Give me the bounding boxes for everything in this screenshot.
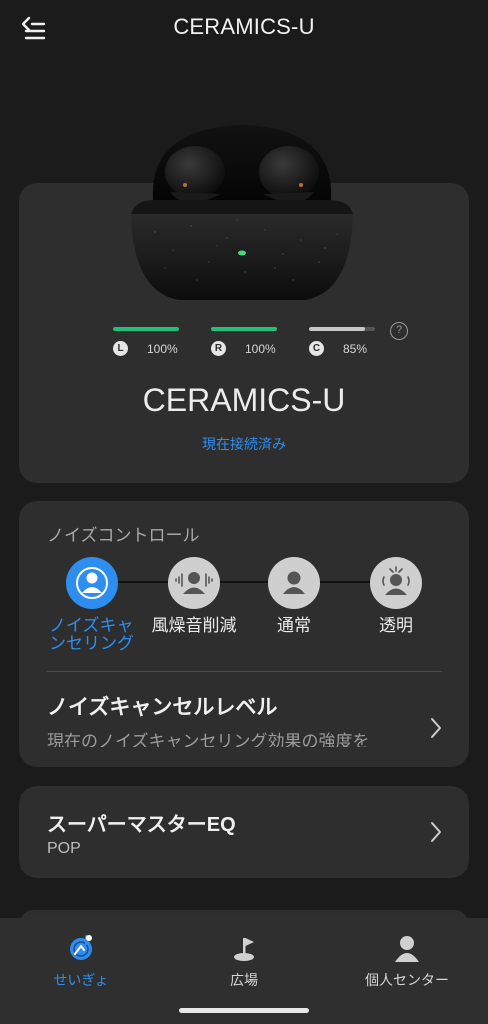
nav-label: 広場	[230, 972, 258, 988]
control-icon	[65, 932, 97, 964]
battery-bar	[211, 327, 277, 331]
battery-bar	[309, 327, 375, 331]
eq-title: スーパーマスターEQ	[47, 814, 236, 836]
device-name: CERAMICS-U	[142, 382, 346, 418]
wind-reduction-icon	[168, 557, 220, 609]
mode-noise-cancel[interactable]: ノイズキャンセリング	[37, 557, 147, 653]
noise-cancel-level-title[interactable]: ノイズキャンセルレベル	[47, 691, 277, 721]
noise-control-card: ノイズコントロール ノイズキャンセリング 風燥音削減 通常 透明 ノイズキャンセ…	[19, 501, 469, 767]
profile-icon	[391, 932, 423, 964]
battery-fill	[113, 327, 179, 331]
chevron-right-icon[interactable]	[429, 717, 443, 739]
battery-badge: R	[211, 341, 226, 356]
plaza-icon	[228, 932, 260, 964]
transparency-icon	[370, 557, 422, 609]
battery-percent: 100%	[245, 342, 276, 356]
noise-control-title: ノイズコントロール	[47, 526, 200, 545]
mode-normal[interactable]: 通常	[239, 557, 349, 635]
nav-item-control[interactable]: せいぎょ	[16, 932, 146, 990]
mode-label: 通常	[277, 616, 311, 635]
noise-cancel-icon	[66, 557, 118, 609]
battery-help-icon[interactable]: ?	[390, 322, 408, 340]
nav-item-plaza[interactable]: 広場	[179, 932, 309, 990]
mode-label: 透明	[379, 616, 413, 635]
battery-fill	[309, 327, 366, 331]
connection-status: 現在接続済み	[202, 436, 286, 452]
mode-label: ノイズキャンセリング	[49, 616, 134, 653]
nav-label: 個人センター	[365, 972, 449, 988]
battery-badge: L	[113, 341, 128, 356]
earbuds-case-image	[131, 125, 353, 300]
divider	[47, 671, 442, 672]
normal-icon	[268, 557, 320, 609]
nav-item-profile[interactable]: 個人センター	[342, 932, 472, 990]
battery-percent: 100%	[147, 342, 178, 356]
battery-bar	[113, 327, 179, 331]
mode-label: 風燥音削減	[151, 616, 237, 635]
battery-fill	[211, 327, 277, 331]
top-bar: CERAMICS-U	[0, 0, 488, 56]
eq-value: POP	[47, 840, 81, 857]
mode-transparency[interactable]: 透明	[341, 557, 451, 635]
noise-cancel-level-description: 現在のノイズキャンセリング効果の強度を	[47, 732, 370, 747]
battery-badge: C	[309, 341, 324, 356]
home-indicator	[179, 1008, 309, 1013]
eq-card[interactable]: スーパーマスターEQ POP	[19, 786, 469, 878]
chevron-right-icon	[431, 822, 441, 842]
mode-wind-reduction[interactable]: 風燥音削減	[139, 557, 249, 635]
page-title: CERAMICS-U	[173, 14, 315, 39]
battery-percent: 85%	[343, 342, 368, 356]
nav-label: せいぎょ	[53, 972, 109, 988]
